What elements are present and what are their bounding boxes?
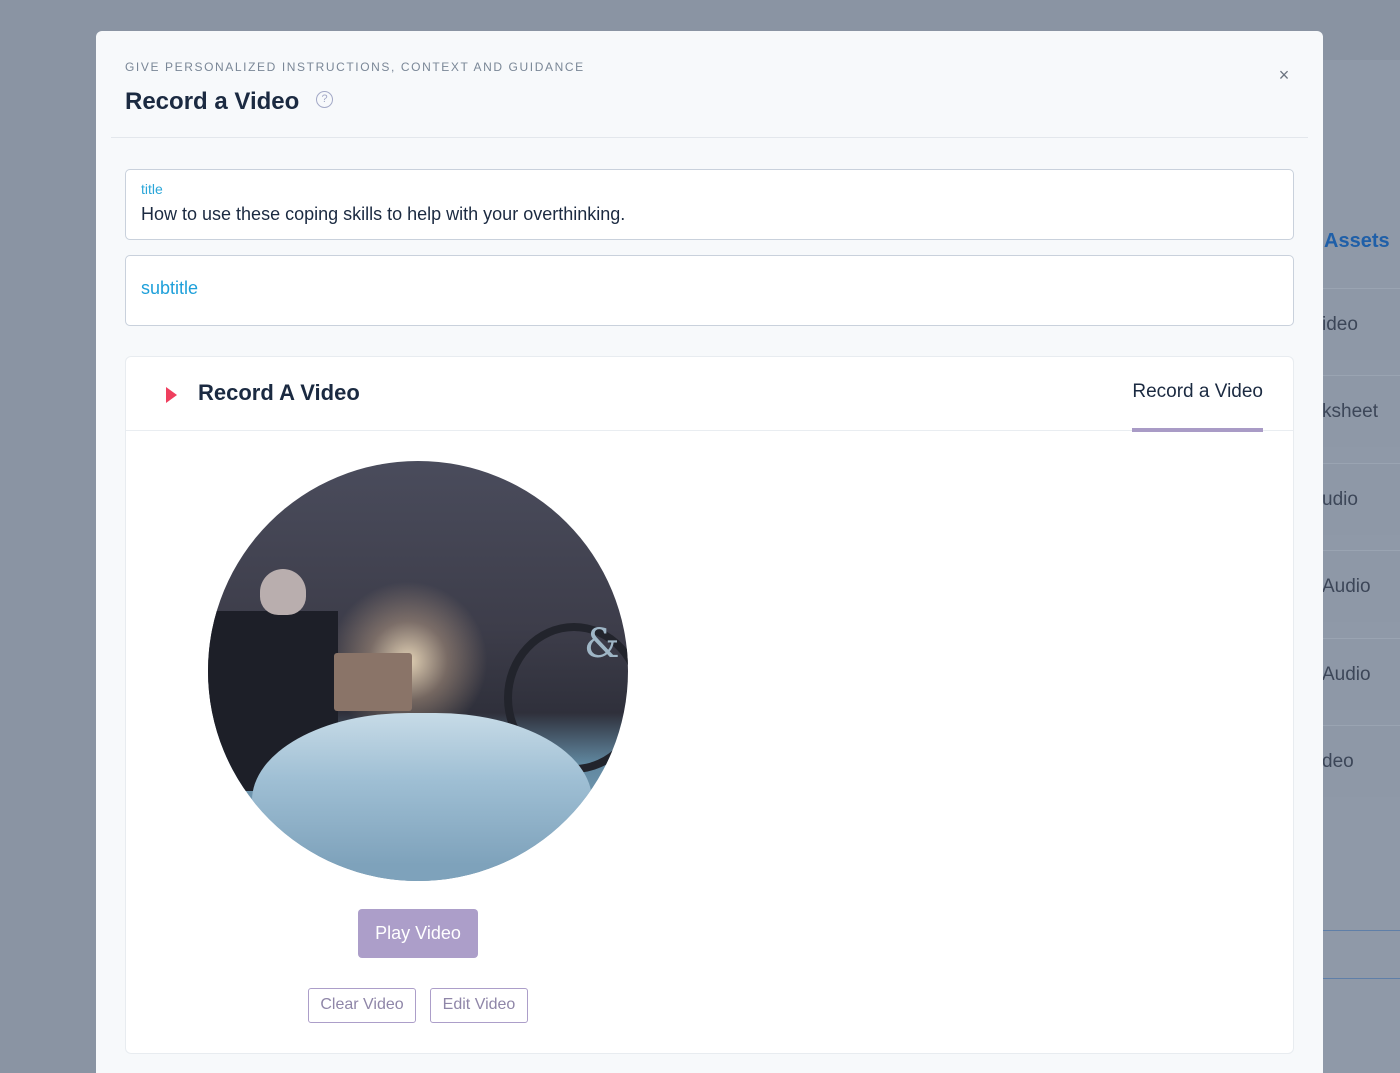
title-field-label: title	[141, 181, 163, 197]
video-owl-figurine	[260, 569, 306, 615]
subtitle-field[interactable]: subtitle	[125, 255, 1294, 326]
help-icon[interactable]: ?	[316, 91, 333, 108]
tab-record-video[interactable]: Record a Video	[1132, 357, 1263, 432]
video-preview[interactable]: &	[208, 461, 628, 881]
card-title: Record A Video	[198, 380, 360, 405]
modal-eyebrow: GIVE PERSONALIZED INSTRUCTIONS, CONTEXT …	[125, 60, 585, 74]
record-video-modal: GIVE PERSONALIZED INSTRUCTIONS, CONTEXT …	[96, 31, 1323, 1073]
card-header: Record A Video Record a Video	[126, 357, 1293, 432]
subtitle-field-placeholder: subtitle	[141, 278, 199, 298]
play-video-button[interactable]: Play Video	[358, 909, 478, 958]
video-lamp	[334, 653, 412, 711]
close-icon[interactable]: ×	[1273, 64, 1295, 86]
title-field[interactable]: title How to use these coping skills to …	[125, 169, 1294, 240]
video-ampersand-decor: &	[584, 621, 620, 667]
title-field-value[interactable]: How to use these coping skills to help w…	[141, 204, 625, 225]
modal-header: GIVE PERSONALIZED INSTRUCTIONS, CONTEXT …	[111, 31, 1308, 138]
record-video-card: Record A Video Record a Video & Play Vid…	[125, 356, 1294, 1054]
modal-title: Record a Video	[125, 88, 300, 115]
play-marker-icon	[166, 387, 177, 403]
edit-video-button[interactable]: Edit Video	[430, 988, 528, 1023]
clear-video-button[interactable]: Clear Video	[308, 988, 416, 1023]
video-pillow	[252, 713, 592, 881]
